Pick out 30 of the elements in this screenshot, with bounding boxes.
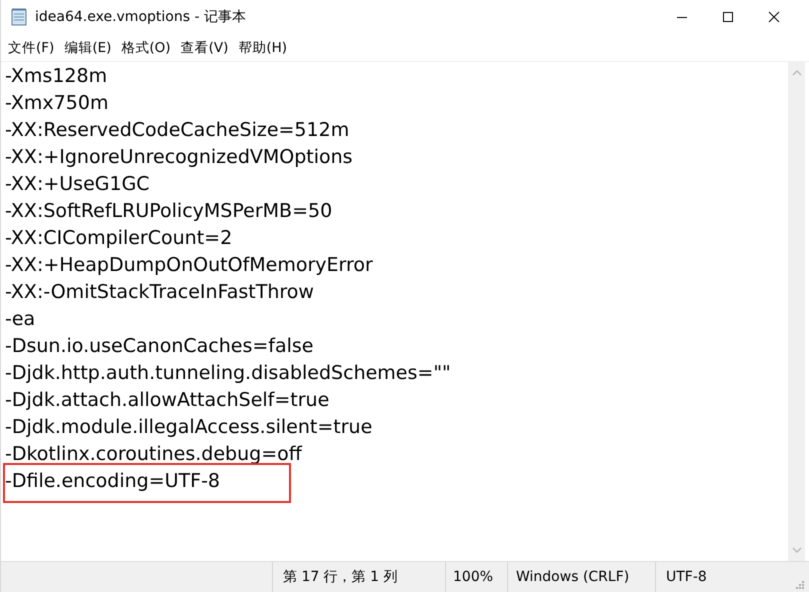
menu-item[interactable]: 文件(F) (3, 36, 60, 58)
text-line: -XX:SoftRefLRUPolicyMSPerMB=50 (5, 200, 332, 222)
menu-item[interactable]: 格式(O) (116, 36, 176, 58)
text-line: -Dsun.io.useCanonCaches=false (5, 335, 314, 357)
text-line: -XX:ReservedCodeCacheSize=512m (5, 119, 350, 141)
status-text: UTF-8 (666, 569, 707, 585)
text-line: -XX:-OmitStackTraceInFastThrow (5, 281, 314, 303)
text-line: -ea (5, 308, 36, 330)
status-text: Windows (CRLF) (516, 569, 630, 585)
text-line: -Dkotlinx.coroutines.debug=off (5, 443, 302, 465)
notepad-icon (11, 8, 27, 26)
text-line: -XX:+UseG1GC (5, 173, 150, 195)
maximize-icon[interactable] (722, 11, 734, 23)
close-icon[interactable] (768, 11, 780, 23)
text-line: -Djdk.http.auth.tunneling.disabledSchemes="" (5, 362, 451, 384)
text-line: -XX:+HeapDumpOnOutOfMemoryError (5, 254, 373, 276)
text-line: -Dfile.encoding=UTF-8 (5, 470, 220, 492)
menu-item[interactable]: 查看(V) (176, 36, 234, 58)
text-line: -XX:CICompilerCount=2 (5, 227, 232, 249)
menu-item[interactable]: 编辑(E) (59, 36, 116, 58)
menu-item[interactable]: 帮助(H) (233, 36, 292, 58)
text-line: -Djdk.attach.allowAttachSelf=true (5, 389, 330, 411)
text-line: -Xmx750m (5, 92, 108, 114)
status-text: 100% (453, 569, 494, 585)
status-text: 第 17 行，第 1 列 (283, 568, 398, 586)
resize-grip-icon[interactable] (793, 578, 805, 590)
window-title: idea64.exe.vmoptions - 记事本 (35, 8, 246, 26)
text-line: -XX:+IgnoreUnrecognizedVMOptions (5, 146, 353, 168)
text-line: -Djdk.module.illegalAccess.silent=true (5, 416, 372, 438)
text-line: -Xms128m (5, 65, 108, 87)
